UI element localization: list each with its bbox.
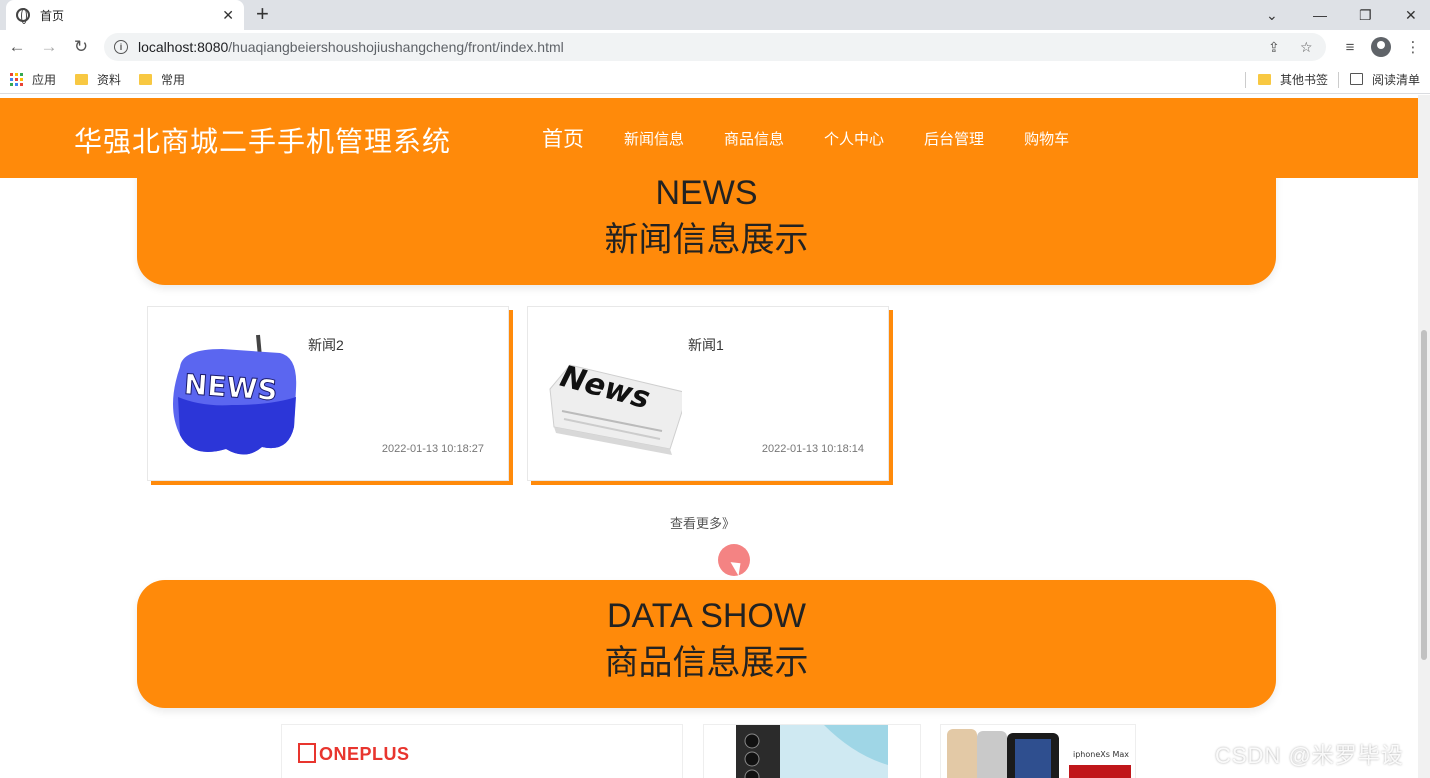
back-icon[interactable]: ←: [5, 35, 29, 59]
phone-image: iphoneXs Max: [947, 729, 1131, 778]
news-item-title[interactable]: 新闻1: [688, 335, 724, 355]
bookmark-folder-ziliao[interactable]: 资料: [75, 70, 121, 88]
page-scrollbar[interactable]: [1418, 95, 1430, 778]
bookmark-reading-list[interactable]: 阅读清单: [1350, 70, 1420, 88]
profile-icon[interactable]: [1369, 35, 1393, 59]
main-nav: 首页 新闻信息 商品信息 个人中心 后台管理 购物车: [522, 98, 1089, 178]
bookmark-folder-changyong[interactable]: 常用: [139, 70, 185, 88]
new-tab-button[interactable]: +: [256, 1, 269, 27]
bookmark-apps[interactable]: 应用: [10, 70, 56, 88]
news-card[interactable]: NEWS 新闻2 2022-01-13 10:18:27: [147, 306, 509, 481]
bookmark-other[interactable]: 其他书签: [1258, 70, 1328, 88]
news-item-date: 2022-01-13 10:18:27: [381, 443, 484, 455]
product-card[interactable]: ONEPLUS: [281, 724, 683, 778]
phone-image: [736, 725, 888, 778]
site-title: 华强北商城二手手机管理系统: [74, 126, 452, 157]
page-viewport: 华强北商城二手手机管理系统 首页 新闻信息 商品信息 个人中心 后台管理 购物车…: [0, 95, 1418, 778]
site-info-icon[interactable]: i: [114, 40, 128, 54]
bookmarks-bar: 应用 资料 常用 其他书签 阅读清单: [0, 64, 1430, 94]
data-title-zh: 商品信息展示: [604, 644, 809, 682]
news-card[interactable]: News 新闻1 2022-01-13 10:18:14: [527, 306, 889, 481]
data-section-banner: DATA SHOW 商品信息展示: [137, 580, 1276, 708]
tab-title: 首页: [40, 8, 65, 23]
close-window-icon[interactable]: ✕: [1405, 0, 1417, 30]
reading-list-icon: [1350, 73, 1363, 85]
news-paper-icon: News: [549, 359, 682, 455]
news-item-title[interactable]: 新闻2: [308, 335, 344, 355]
nav-item-profile[interactable]: 个人中心: [804, 98, 904, 178]
nav-item-products[interactable]: 商品信息: [704, 98, 804, 178]
browser-tab-bar: 首页 ✕ + ⌄ — ❐ ✕: [0, 0, 1430, 30]
scrollbar-thumb[interactable]: [1421, 330, 1427, 660]
svg-text:iphoneXs Max: iphoneXs Max: [1073, 750, 1129, 759]
oneplus-mark-icon: [298, 743, 316, 763]
url-input[interactable]: i localhost:8080/huaqiangbeiershoushojiu…: [104, 33, 1326, 61]
data-title-en: DATA SHOW: [607, 597, 806, 635]
bookmark-separator: [1338, 72, 1339, 88]
nav-item-admin[interactable]: 后台管理: [904, 98, 1004, 178]
product-card[interactable]: iphoneXs Max: [940, 724, 1136, 778]
reload-icon[interactable]: ↻: [69, 35, 93, 59]
bookmark-star-icon[interactable]: ☆: [1300, 33, 1313, 61]
folder-icon: [1258, 73, 1271, 85]
share-icon[interactable]: ⇪: [1268, 33, 1280, 61]
nav-item-news[interactable]: 新闻信息: [604, 98, 704, 178]
globe-icon: [16, 8, 30, 24]
bookmark-separator: [1245, 72, 1246, 88]
apps-grid-icon: [10, 72, 23, 86]
minimize-icon[interactable]: —: [1313, 0, 1327, 30]
tab-close-icon[interactable]: ✕: [222, 7, 234, 24]
oneplus-logo: ONEPLUS: [298, 743, 410, 765]
media-icon[interactable]: ≡: [1338, 35, 1362, 59]
url-text: localhost:8080/huaqiangbeiershoushojiush…: [138, 39, 564, 55]
tab-search-icon[interactable]: ⌄: [1266, 0, 1278, 30]
restore-icon[interactable]: ❐: [1359, 0, 1372, 30]
folder-icon: [75, 73, 88, 85]
news-item-date: 2022-01-13 10:18:14: [761, 443, 864, 455]
forward-icon[interactable]: →: [37, 35, 61, 59]
news-3d-blue-icon: NEWS: [173, 334, 297, 455]
browser-tab[interactable]: 首页 ✕: [6, 0, 244, 30]
product-card[interactable]: [703, 724, 921, 778]
folder-icon: [139, 73, 152, 85]
menu-icon[interactable]: ⋮: [1401, 35, 1425, 59]
news-title-zh: 新闻信息展示: [604, 221, 809, 259]
address-bar-row: ← → ↻ i localhost:8080/huaqiangbeiershou…: [0, 30, 1430, 64]
nav-item-cart[interactable]: 购物车: [1004, 98, 1089, 178]
view-more-link[interactable]: 查看更多》: [670, 513, 735, 532]
watermark: CSDN @米罗毕设: [1215, 743, 1404, 768]
nav-item-home[interactable]: 首页: [522, 98, 604, 178]
site-header: 华强北商城二手手机管理系统 首页 新闻信息 商品信息 个人中心 后台管理 购物车: [0, 98, 1418, 178]
svg-text:NEWS: NEWS: [183, 368, 279, 407]
